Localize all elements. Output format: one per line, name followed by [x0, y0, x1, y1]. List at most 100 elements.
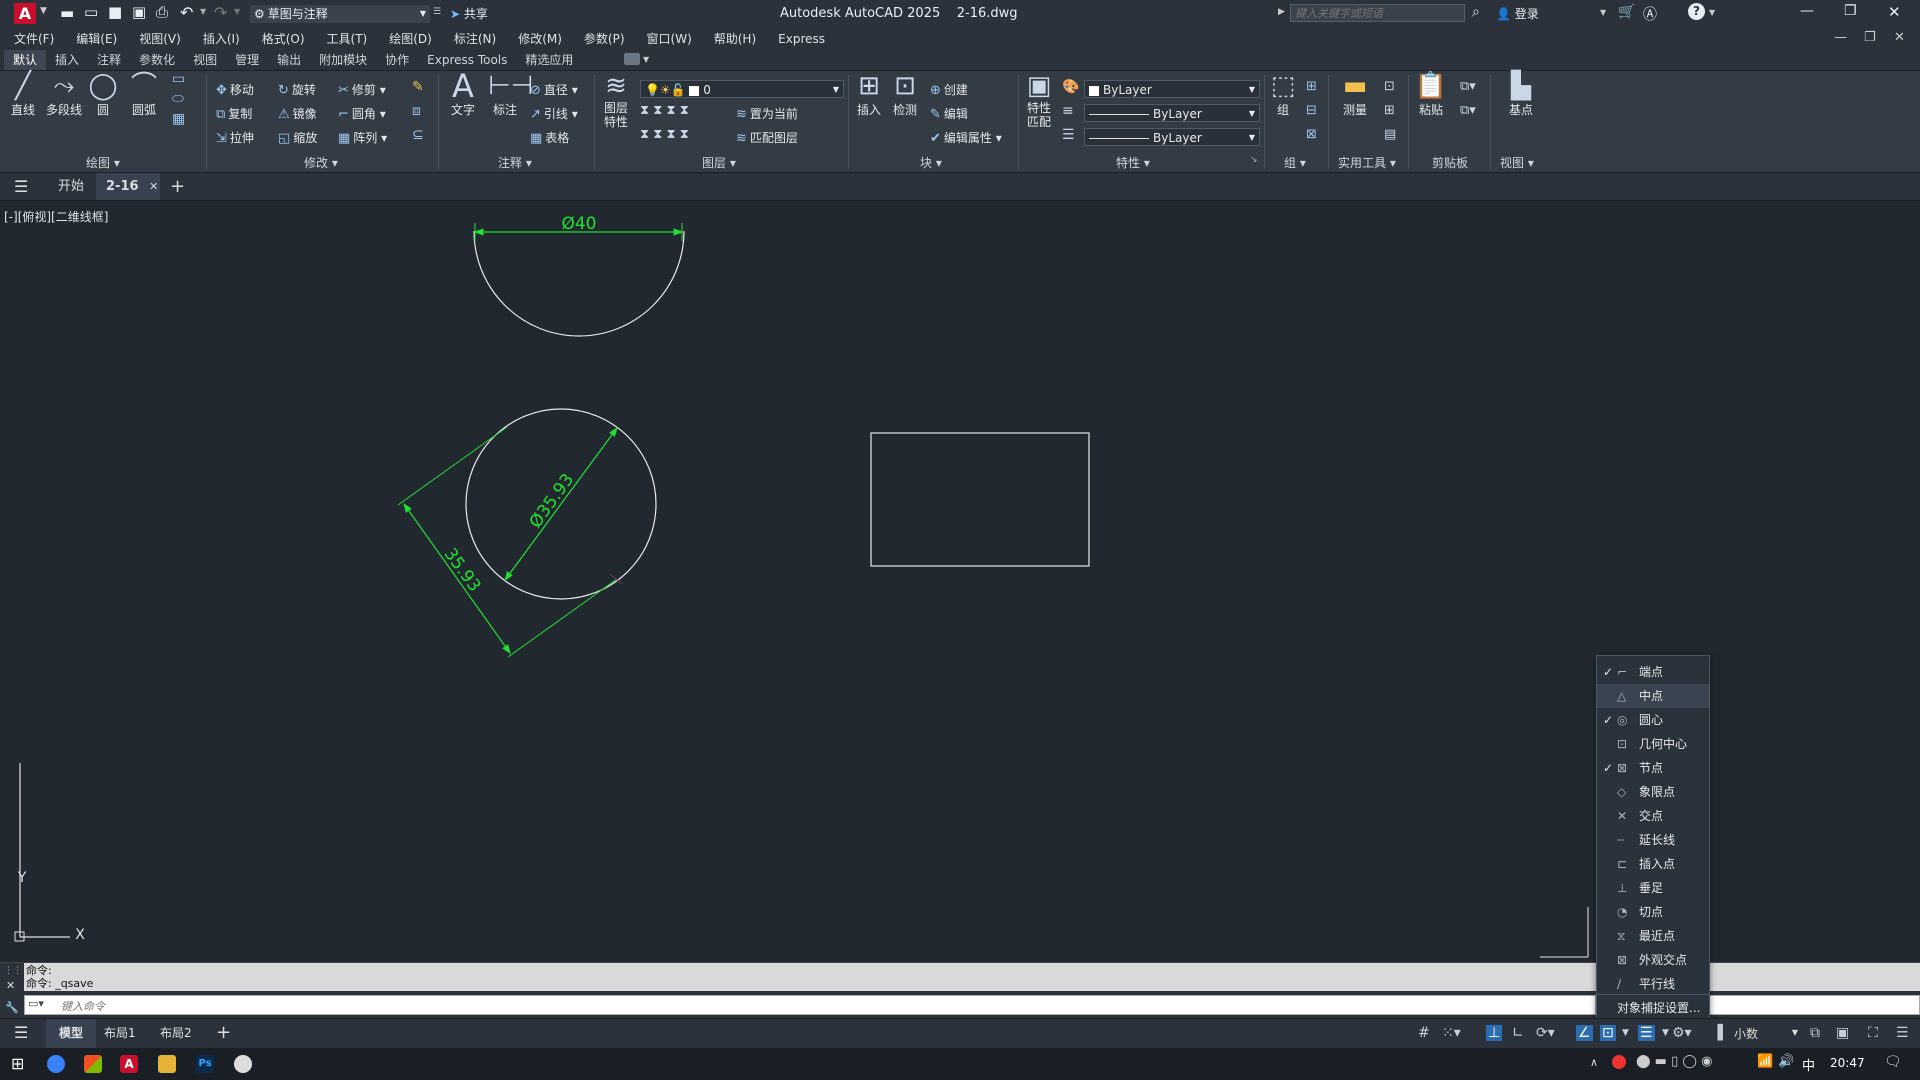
utilities-panel-title[interactable]: 实用工具 ▾: [1338, 154, 1396, 171]
doc-minimize-icon[interactable]: —: [1834, 30, 1847, 45]
workspace-selector[interactable]: ⚙ 草图与注释 ▼: [250, 5, 430, 23]
ribbon-tab[interactable]: 插入: [46, 50, 88, 70]
annotation-scale-icon[interactable]: ▐: [1712, 1025, 1723, 1041]
scale-tool[interactable]: ◱ 缩放: [278, 129, 317, 146]
menu-item[interactable]: 编辑(E): [76, 28, 117, 50]
windows-start-icon[interactable]: ⊞: [11, 1054, 24, 1073]
close-tab-icon[interactable]: ✕: [149, 180, 158, 193]
insert-block-tool[interactable]: ⊞ 插入: [852, 71, 886, 118]
tab-layout2[interactable]: 布局2: [160, 1019, 192, 1048]
rectangle-shape[interactable]: [870, 432, 1090, 567]
wifi-icon[interactable]: 📶: [1757, 1054, 1773, 1069]
check-block-tool[interactable]: ⊡ 检测: [888, 71, 922, 118]
add-layout-icon[interactable]: +: [216, 1022, 231, 1043]
polyline-tool[interactable]: ⤳ 多段线: [42, 71, 86, 118]
rectangle-icon[interactable]: ▭: [172, 71, 185, 87]
tab-layout1[interactable]: 布局1: [104, 1019, 136, 1048]
match-layer-tool[interactable]: ≋ 匹配图层: [736, 129, 798, 146]
store-icon[interactable]: [84, 1055, 102, 1073]
ribbon-tab[interactable]: 协作: [376, 50, 418, 70]
menu-item[interactable]: 标注(N): [454, 28, 496, 50]
dynamic-input-icon[interactable]: ⊥: [1486, 1025, 1503, 1041]
snap-item-6[interactable]: ✕ 交点: [1597, 804, 1709, 828]
base-point-tool[interactable]: ▙ 基点: [1504, 71, 1538, 118]
transparency-icon[interactable]: ▼: [1662, 1028, 1669, 1038]
top-dimension-text[interactable]: Ø40: [561, 214, 596, 234]
edit-attributes-tool[interactable]: ✔ 编辑属性 ▾: [930, 129, 1002, 146]
properties-launcher-icon[interactable]: ↘: [1250, 155, 1258, 165]
open-file-icon[interactable]: ▭: [84, 3, 98, 21]
autocad-taskbar-icon[interactable]: A: [120, 1055, 138, 1073]
ribbon-toggle-icon[interactable]: [624, 53, 640, 65]
diameter-dimension-text[interactable]: Ø35.93: [526, 470, 579, 532]
tray-icons[interactable]: ⬤ ▬ ▯ ◯ ◉: [1636, 1054, 1712, 1069]
object-snap-settings-item[interactable]: 对象捕捉设置...: [1617, 997, 1700, 1019]
redo-dropdown-icon[interactable]: ▼: [234, 7, 240, 16]
command-grip-icon[interactable]: ⋮⋮: [4, 966, 22, 976]
ribbon-tab[interactable]: 精选应用: [516, 50, 582, 70]
snap-item-5[interactable]: ◇ 象限点: [1597, 780, 1709, 804]
lineweight-icon[interactable]: ☰: [1062, 127, 1075, 143]
dimension-tool[interactable]: ⊢⊣ 标注: [488, 71, 533, 118]
menu-item[interactable]: 视图(V): [139, 28, 181, 50]
view-panel-title[interactable]: 视图 ▾: [1500, 154, 1534, 171]
match-properties-tool[interactable]: ▣ 特性匹配: [1022, 71, 1056, 129]
menu-item[interactable]: 格式(O): [262, 28, 305, 50]
menu-item[interactable]: 窗口(W): [647, 28, 692, 50]
lineweight-toggle-icon[interactable]: ☰: [1638, 1025, 1655, 1041]
rotate-tool[interactable]: ↻ 旋转: [278, 81, 316, 98]
close-command-icon[interactable]: ✕: [6, 979, 15, 992]
fillet-tool[interactable]: ⌐ 圆角 ▾: [338, 105, 386, 122]
help-icon[interactable]: ?: [1688, 3, 1705, 20]
tab-2-16[interactable]: 2-16 ✕: [96, 173, 160, 200]
command-input-box[interactable]: ▭▾: [24, 995, 1596, 1015]
share-button[interactable]: ➤ 共享: [450, 5, 488, 22]
tab-start[interactable]: 开始: [58, 173, 84, 200]
layer-tools-row1-icon[interactable]: ⧗ ⧗ ⧗ ⧗: [640, 103, 689, 118]
maximize-window-icon[interactable]: ❐: [1844, 3, 1857, 19]
snap-item-12[interactable]: ⊠ 外观交点: [1597, 948, 1709, 972]
photoshop-icon[interactable]: Ps: [196, 1055, 214, 1073]
modify-panel-title[interactable]: 修改 ▾: [304, 154, 338, 171]
undo-dropdown-icon[interactable]: ▼: [200, 7, 206, 16]
tray-expand-icon[interactable]: ∧: [1590, 1056, 1598, 1069]
text-tool[interactable]: A 文字: [446, 70, 480, 118]
edit-block-tool[interactable]: ✎ 编辑: [930, 105, 968, 122]
clean-screen-icon[interactable]: ⛶: [1868, 1025, 1878, 1041]
quick-access-more-icon[interactable]: ☰: [433, 7, 441, 17]
table-tool[interactable]: ▦ 表格: [530, 129, 569, 146]
menu-item[interactable]: 帮助(H): [714, 28, 756, 50]
print-icon[interactable]: ⎙: [156, 3, 168, 21]
group-tools-icon[interactable]: ⊞ ⊟ ⊠: [1306, 75, 1317, 147]
snap-item-13[interactable]: ∕ 平行线: [1597, 972, 1709, 996]
line-tool[interactable]: ╱ 直线: [6, 71, 40, 118]
menu-item[interactable]: 参数(P): [584, 28, 625, 50]
circle-tool[interactable]: ◯ 圆: [86, 71, 120, 118]
record-icon[interactable]: [1612, 1055, 1626, 1069]
boundary-icon[interactable]: ▦: [172, 111, 185, 127]
clock[interactable]: 20:47: [1830, 1056, 1865, 1070]
layer-tools-row2-icon[interactable]: ⧗ ⧗ ⧗ ⧗: [640, 127, 689, 142]
app-menu-arrow-icon[interactable]: ▼: [40, 6, 47, 16]
hardware-accel-icon[interactable]: ▣: [1836, 1025, 1849, 1041]
command-input[interactable]: [59, 997, 1583, 1015]
object-snap-tracking-icon[interactable]: ⊡: [1600, 1025, 1616, 1041]
customization-menu-icon[interactable]: ☰: [1896, 1025, 1909, 1041]
lineweight-dropdown[interactable]: ByLayer ▼: [1084, 128, 1260, 146]
login-button[interactable]: 👤 登录: [1496, 5, 1539, 22]
doc-restore-icon[interactable]: ❐: [1864, 30, 1876, 45]
menu-item[interactable]: 插入(I): [203, 28, 240, 50]
new-tab-icon[interactable]: +: [170, 173, 185, 200]
ribbon-tab[interactable]: 输出: [268, 50, 310, 70]
arc-tool[interactable]: ⌒ 圆弧: [126, 71, 162, 118]
leader-tool[interactable]: ↗ 引线 ▾: [530, 105, 578, 122]
snap-item-7[interactable]: ┄ 延长线: [1597, 828, 1709, 852]
command-prompt-icon[interactable]: ▭▾: [28, 997, 44, 1010]
menu-item[interactable]: Express: [778, 28, 825, 50]
diameter-tool[interactable]: ⊘ 直径 ▾: [530, 81, 578, 98]
snap-item-4[interactable]: ✓ ⊠ 节点: [1597, 756, 1709, 780]
measure-tool[interactable]: ▬ 测量: [1336, 71, 1374, 118]
units-dropdown[interactable]: 小数 ▼: [1734, 1025, 1798, 1042]
layout-menu-icon[interactable]: ☰: [14, 1023, 28, 1042]
color-wheel-icon[interactable]: 🎨: [1062, 79, 1079, 95]
